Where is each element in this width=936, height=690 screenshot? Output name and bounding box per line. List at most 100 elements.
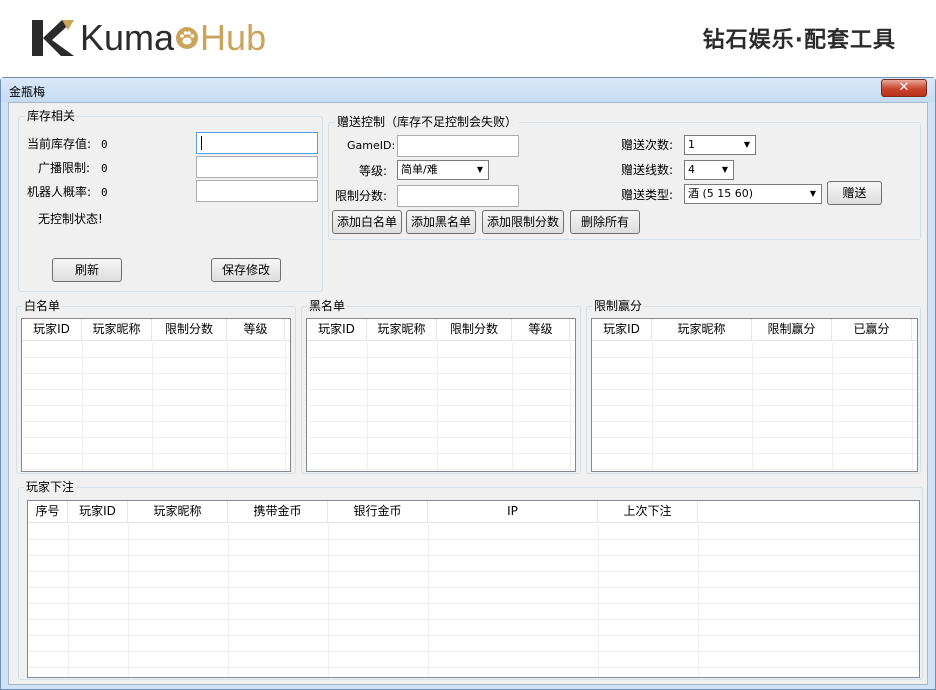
logo-text-kuma: Kuma [80, 17, 175, 58]
app-window: 金瓶梅 ✕ 库存相关 当前库存值: 0 广播限制: 0 机器人概率: 0 无控制… [0, 77, 936, 690]
column-header[interactable]: 限制赢分 [752, 319, 832, 340]
window-client-area: 库存相关 当前库存值: 0 广播限制: 0 机器人概率: 0 无控制状态! 刷新… [8, 102, 928, 685]
column-header[interactable]: 玩家ID [592, 319, 652, 340]
whitelist-table-header: 玩家ID 玩家昵称 限制分数 等级 [22, 319, 290, 341]
robot-probability-input[interactable] [196, 180, 318, 202]
k-logo-icon [32, 20, 74, 56]
column-header[interactable]: 上次下注 [598, 501, 698, 522]
blacklist-table-body[interactable] [307, 342, 575, 471]
gift-count-label: 赠送次数: [621, 138, 674, 152]
chevron-down-icon: ▼ [809, 189, 817, 198]
grid-line [68, 524, 69, 677]
column-header[interactable]: 玩家昵称 [652, 319, 752, 340]
blacklist-group-title: 黑名单 [307, 299, 348, 313]
tagline: 钻石娱乐·配套工具 [702, 28, 896, 53]
grid-line [82, 342, 83, 471]
gameid-label: GameID: [347, 139, 396, 152]
limit-win-group-title: 限制赢分 [592, 299, 645, 313]
whitelist-table-body[interactable] [22, 342, 290, 471]
refresh-button[interactable]: 刷新 [52, 258, 122, 282]
grid-line [428, 524, 429, 677]
current-stock-input[interactable] [196, 132, 318, 154]
gift-type-label: 赠送类型: [621, 188, 674, 202]
column-header[interactable]: 等级 [512, 319, 570, 340]
limit-win-table-body[interactable] [592, 342, 917, 471]
current-stock-value: 0 [101, 138, 108, 151]
player-bets-table[interactable]: 序号 玩家ID 玩家昵称 携带金币 银行金币 IP 上次下注 [27, 500, 920, 678]
gift-type-select[interactable]: 酒 (5 15 60) ▼ [684, 184, 822, 204]
gift-lines-label: 赠送线数: [621, 163, 674, 177]
stock-group: 库存相关 当前库存值: 0 广播限制: 0 机器人概率: 0 无控制状态! 刷新… [18, 109, 323, 292]
column-header[interactable]: 序号 [28, 501, 68, 522]
grid-line [832, 342, 833, 471]
column-header[interactable]: 玩家ID [68, 501, 128, 522]
grid-line [598, 524, 599, 677]
logo-text-hub: Hub [200, 17, 267, 58]
whitelist-group-title: 白名单 [22, 299, 63, 313]
robot-probability-label: 机器人概率: [27, 185, 92, 199]
column-header[interactable]: 玩家ID [307, 319, 367, 340]
save-changes-button[interactable]: 保存修改 [211, 258, 281, 282]
column-header[interactable]: 玩家昵称 [367, 319, 437, 340]
gift-lines-select[interactable]: 4 ▼ [684, 160, 734, 180]
blacklist-group: 黑名单 玩家ID 玩家昵称 限制分数 等级 [301, 299, 581, 474]
player-bets-table-body[interactable] [28, 524, 919, 677]
current-stock-label: 当前库存值: [27, 137, 92, 151]
grid-line [437, 342, 438, 471]
limit-score-input[interactable] [397, 185, 519, 207]
text-caret [201, 136, 202, 150]
gift-count-select[interactable]: 1 ▼ [684, 135, 756, 155]
chevron-down-icon: ▼ [476, 165, 484, 174]
column-header[interactable]: 携带金币 [228, 501, 328, 522]
column-header[interactable]: 已赢分 [832, 319, 912, 340]
close-button[interactable]: ✕ [881, 79, 927, 97]
whitelist-table[interactable]: 玩家ID 玩家昵称 限制分数 等级 [21, 318, 291, 472]
player-bets-table-header: 序号 玩家ID 玩家昵称 携带金币 银行金币 IP 上次下注 [28, 501, 919, 523]
level-select[interactable]: 简单/难 ▼ [397, 160, 489, 180]
limit-score-label: 限制分数: [335, 189, 388, 203]
robot-probability-value: 0 [101, 186, 108, 199]
limit-win-table[interactable]: 玩家ID 玩家昵称 限制赢分 已赢分 [591, 318, 918, 472]
column-header[interactable]: 限制分数 [437, 319, 512, 340]
player-bets-group: 玩家下注 序号 玩家ID 玩家昵称 携带金币 银行金币 IP 上次下注 [18, 480, 923, 680]
grid-line [512, 342, 513, 471]
gift-control-group: 赠送控制（库存不足控制会失败） GameID: 等级: 简单/难 ▼ 限制分数:… [328, 115, 921, 240]
grid-line [328, 524, 329, 677]
grid-line [227, 342, 228, 471]
player-bets-group-title: 玩家下注 [24, 480, 77, 494]
window-title: 金瓶梅 [9, 85, 46, 99]
gift-type-selected-value: 酒 (5 15 60) [688, 187, 754, 200]
add-limit-score-button[interactable]: 添加限制分数 [482, 210, 564, 234]
broadcast-limit-label: 广播限制: [38, 161, 91, 175]
grid-line [912, 342, 913, 471]
blacklist-table-header: 玩家ID 玩家昵称 限制分数 等级 [307, 319, 575, 341]
grid-line [128, 524, 129, 677]
grid-line [752, 342, 753, 471]
column-header[interactable]: 限制分数 [152, 319, 227, 340]
column-header[interactable]: 玩家ID [22, 319, 82, 340]
gift-button[interactable]: 赠送 [827, 181, 882, 205]
chevron-down-icon: ▼ [743, 140, 751, 149]
column-header[interactable]: 银行金币 [328, 501, 428, 522]
gift-lines-selected-value: 4 [688, 163, 695, 176]
blacklist-table[interactable]: 玩家ID 玩家昵称 限制分数 等级 [306, 318, 576, 472]
limit-win-group: 限制赢分 玩家ID 玩家昵称 限制赢分 已赢分 [586, 299, 921, 474]
grid-line [652, 342, 653, 471]
add-blacklist-button[interactable]: 添加黑名单 [406, 210, 476, 234]
column-header[interactable]: 玩家昵称 [128, 501, 228, 522]
title-bar[interactable]: 金瓶梅 ✕ [1, 78, 935, 102]
gift-control-group-title: 赠送控制（库存不足控制会失败） [335, 115, 520, 129]
paw-icon [176, 27, 199, 49]
column-header[interactable]: IP [428, 501, 598, 522]
gameid-input[interactable] [397, 135, 519, 157]
grid-line [698, 524, 699, 677]
grid-line [570, 342, 571, 471]
whitelist-group: 白名单 玩家ID 玩家昵称 限制分数 等级 [16, 299, 296, 474]
column-header[interactable]: 等级 [227, 319, 285, 340]
column-header[interactable]: 玩家昵称 [82, 319, 152, 340]
delete-all-button[interactable]: 删除所有 [570, 210, 640, 234]
broadcast-limit-input[interactable] [196, 156, 318, 178]
add-whitelist-button[interactable]: 添加白名单 [332, 210, 402, 234]
level-label: 等级: [359, 164, 388, 178]
kumaohub-logo: Kuma Hub [30, 14, 266, 62]
